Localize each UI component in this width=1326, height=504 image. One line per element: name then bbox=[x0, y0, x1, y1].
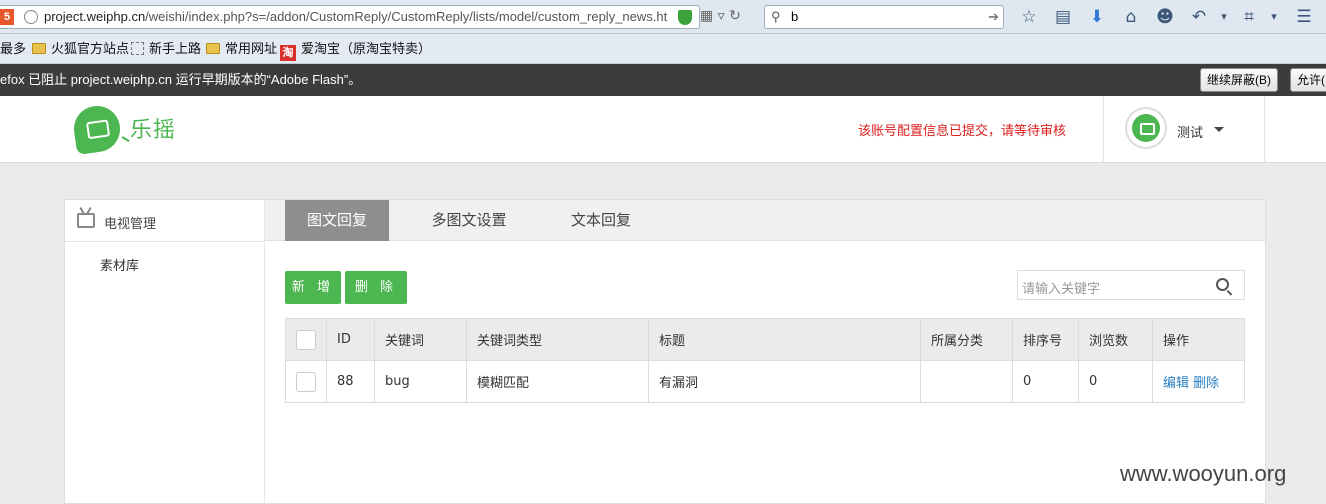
menu-icon[interactable]: ☰ bbox=[1282, 5, 1326, 29]
bookmark-taobao[interactable]: 淘爱淘宝（原淘宝特卖） bbox=[280, 34, 431, 64]
table-row: 88 bug 模糊匹配 有漏洞 0 0 编辑 删除 bbox=[285, 360, 1245, 403]
reply-table: ID 关键词 关键词类型 标题 所属分类 排序号 浏览数 操作 88 bug 模… bbox=[285, 318, 1245, 403]
search-input[interactable]: 请输入关键字 bbox=[1022, 278, 1100, 297]
search-icon: ⚲ bbox=[771, 9, 781, 24]
site-identity-icon[interactable]: 5 bbox=[0, 9, 14, 25]
continue-block-button[interactable]: 继续屏蔽(B) bbox=[1200, 68, 1278, 92]
search-icon[interactable] bbox=[1216, 278, 1229, 291]
row-select-cell bbox=[285, 360, 327, 403]
column-header-id[interactable]: ID bbox=[326, 318, 375, 361]
watermark: www.wooyun.org bbox=[1120, 461, 1287, 486]
page-icon bbox=[131, 42, 144, 55]
sidebar-item-material-library[interactable]: 素材库 bbox=[100, 255, 139, 274]
cell-keyword: bug bbox=[374, 360, 467, 403]
dropdown-arrow-icon[interactable]: ▿ bbox=[718, 8, 725, 24]
chat-icon[interactable]: ☻ bbox=[1148, 5, 1182, 29]
dropdown-icon[interactable]: ▾ bbox=[1216, 5, 1232, 29]
shield-icon[interactable] bbox=[678, 10, 692, 25]
chevron-down-icon[interactable] bbox=[1214, 127, 1224, 132]
download-icon[interactable]: ⬇ bbox=[1080, 5, 1114, 29]
go-arrow-icon[interactable]: ➔ bbox=[988, 6, 999, 28]
cell-actions: 编辑 删除 bbox=[1152, 360, 1245, 403]
user-menu[interactable]: 测试 bbox=[1103, 96, 1265, 163]
tab-text-reply[interactable]: 文本回复 bbox=[549, 200, 653, 241]
cell-title: 有漏洞 bbox=[648, 360, 921, 403]
column-header-actions: 操作 bbox=[1152, 318, 1245, 361]
folder-icon bbox=[32, 43, 46, 54]
reading-list-icon[interactable]: ▤ bbox=[1046, 5, 1080, 29]
tab-bar: 图文回复 多图文设置 文本回复 bbox=[265, 200, 1265, 241]
column-header-keyword-type[interactable]: 关键词类型 bbox=[466, 318, 649, 361]
url-text[interactable]: project.weiphp.cn/weishi/index.php?s=/ad… bbox=[44, 6, 667, 28]
reload-icon[interactable]: ↻ bbox=[729, 8, 741, 24]
tab-multi-news-settings[interactable]: 多图文设置 bbox=[409, 200, 529, 241]
keyword-search[interactable]: 请输入关键字 bbox=[1017, 270, 1245, 300]
column-header-sort[interactable]: 排序号 bbox=[1012, 318, 1079, 361]
bookmark-common-urls[interactable]: 常用网址 bbox=[206, 34, 277, 64]
cell-keyword-type: 模糊匹配 bbox=[466, 360, 649, 403]
folder-icon bbox=[206, 43, 220, 54]
sidebar-section-header[interactable]: 电视管理 bbox=[65, 200, 265, 242]
allow-button[interactable]: 允许( bbox=[1290, 68, 1326, 92]
bookmark-getting-started[interactable]: 新手上路 bbox=[131, 34, 201, 64]
avatar[interactable] bbox=[1125, 107, 1167, 149]
table-header-row: ID 关键词 关键词类型 标题 所属分类 排序号 浏览数 操作 bbox=[285, 318, 1245, 361]
qr-icon[interactable]: ▦ bbox=[700, 8, 713, 24]
column-header-keyword[interactable]: 关键词 bbox=[374, 318, 467, 361]
address-bar-icons: ▦ ▿ ↻ bbox=[700, 8, 741, 24]
address-bar[interactable]: 5 project.weiphp.cn/weishi/index.php?s=/… bbox=[0, 5, 700, 29]
row-checkbox[interactable] bbox=[296, 371, 316, 392]
select-all-cell bbox=[285, 318, 327, 361]
cell-sort: 0 bbox=[1012, 360, 1079, 403]
browser-search-value[interactable]: b bbox=[791, 6, 798, 28]
column-header-views[interactable]: 浏览数 bbox=[1078, 318, 1153, 361]
edit-link[interactable]: 编辑 bbox=[1163, 376, 1189, 391]
taobao-icon: 淘 bbox=[280, 45, 296, 61]
notification-message: efox 已阻止 project.weiphp.cn 运行早期版本的“Adobe… bbox=[0, 72, 362, 87]
column-header-title[interactable]: 标题 bbox=[648, 318, 921, 361]
bookmark-star-icon[interactable]: ☆ bbox=[1012, 5, 1046, 29]
delete-link[interactable]: 删除 bbox=[1193, 376, 1219, 391]
browser-toolbar: 5 project.weiphp.cn/weishi/index.php?s=/… bbox=[0, 0, 1326, 34]
bookmark-most-visited[interactable]: 最多 bbox=[0, 34, 26, 64]
sidebar-section-label: 电视管理 bbox=[104, 217, 157, 232]
home-icon[interactable]: ⌂ bbox=[1114, 5, 1148, 29]
plugin-notification-bar: efox 已阻止 project.weiphp.cn 运行早期版本的“Adobe… bbox=[0, 64, 1326, 96]
browser-search-box[interactable]: ⚲ b ➔ bbox=[764, 5, 1004, 29]
browser-toolbar-icons: ☆ ▤ ⬇ ⌂ ☻ ↶ ▾ ⌗ ▾ ☰ bbox=[1012, 5, 1326, 29]
cell-category bbox=[920, 360, 1013, 403]
logo-text: 乐摇 bbox=[130, 118, 177, 143]
account-notice: 该账号配置信息已提交，请等待审核 bbox=[858, 124, 1067, 139]
delete-button[interactable]: 删 除 bbox=[345, 271, 407, 304]
logo[interactable]: 乐摇 bbox=[71, 102, 194, 156]
tv-icon bbox=[77, 213, 95, 228]
add-button[interactable]: 新 增 bbox=[285, 271, 341, 304]
content-area: 图文回复 多图文设置 文本回复 新 增 删 除 请输入关键字 ID 关键词 关键… bbox=[265, 200, 1265, 504]
select-all-checkbox[interactable] bbox=[296, 329, 316, 350]
column-header-category[interactable]: 所属分类 bbox=[920, 318, 1013, 361]
crop-icon[interactable]: ⌗ bbox=[1232, 5, 1266, 29]
cell-views: 0 bbox=[1078, 360, 1153, 403]
cell-id: 88 bbox=[326, 360, 375, 403]
undo-icon[interactable]: ↶ bbox=[1182, 5, 1216, 29]
app-header: 乐摇 该账号配置信息已提交，请等待审核 测试 bbox=[0, 96, 1326, 163]
tab-news-reply[interactable]: 图文回复 bbox=[285, 200, 389, 241]
bookmark-firefox-site[interactable]: 火狐官方站点 bbox=[32, 34, 129, 64]
username[interactable]: 测试 bbox=[1177, 122, 1203, 141]
main-panel: 电视管理 素材库 图文回复 多图文设置 文本回复 新 增 删 除 请输入关键字 … bbox=[64, 199, 1266, 504]
dropdown-icon-2[interactable]: ▾ bbox=[1266, 5, 1282, 29]
sidebar: 电视管理 素材库 bbox=[65, 200, 265, 504]
logo-mark-icon bbox=[71, 103, 123, 155]
globe-icon bbox=[24, 10, 38, 24]
bookmarks-toolbar: 最多 火狐官方站点 新手上路 常用网址 淘爱淘宝（原淘宝特卖） bbox=[0, 34, 1326, 64]
